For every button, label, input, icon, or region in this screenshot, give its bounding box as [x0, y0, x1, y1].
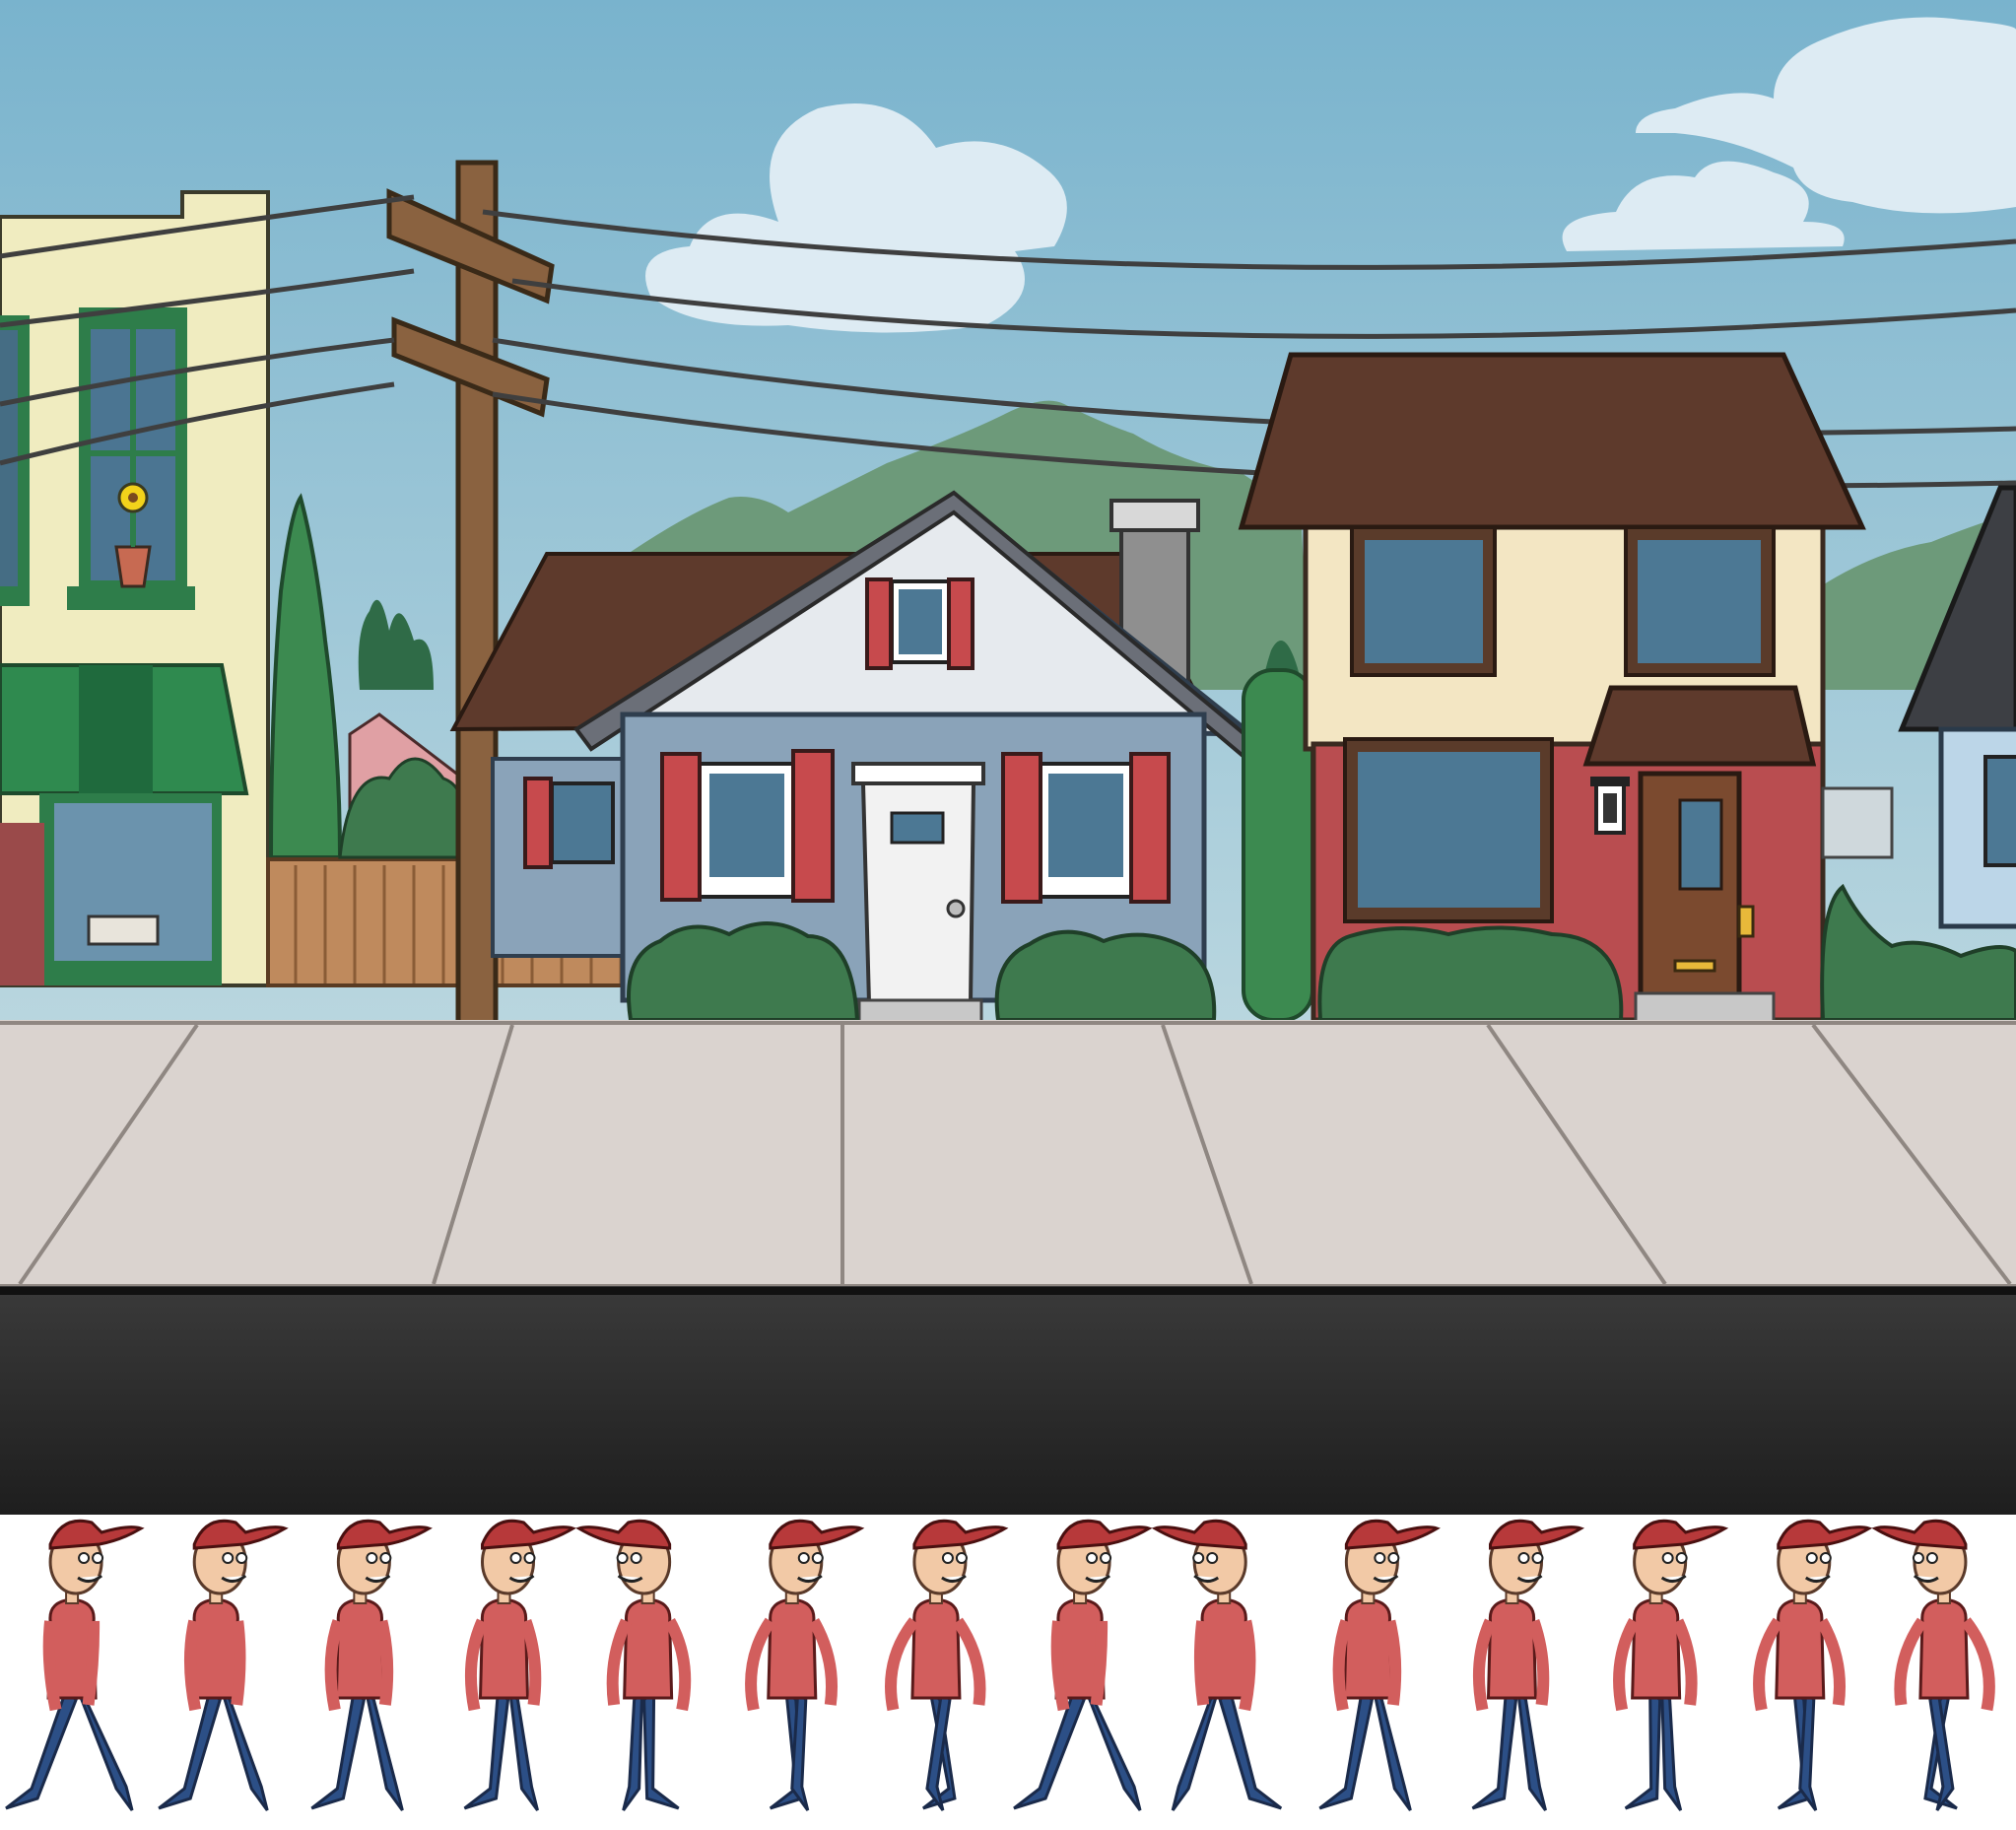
front-door-brown-window: [1678, 798, 1723, 891]
left-shutter-b: [791, 749, 835, 903]
pole-post: [455, 160, 499, 1048]
awning-stripe: [79, 665, 153, 793]
shop-door: [0, 823, 44, 985]
two-story-roof: [1238, 352, 1866, 530]
right-shutter-a: [1001, 752, 1042, 904]
window-sill: [67, 586, 195, 610]
cash-register-icon: [87, 915, 160, 946]
attic-shutter-right: [947, 577, 974, 670]
two-story-house: [1238, 352, 1866, 1025]
door-handle-icon: [1737, 905, 1755, 938]
right-house-window: [1983, 755, 2016, 867]
mail-slot-icon: [1673, 959, 1716, 973]
hedge-left: [627, 921, 860, 1022]
door-step: [857, 998, 983, 1024]
lower-window-glass: [1358, 752, 1540, 908]
sprite-sheet-background: [0, 1515, 2016, 1830]
road: [0, 1286, 2016, 1515]
sidewalk: [0, 1020, 2016, 1286]
door-knob-icon: [946, 899, 966, 918]
left-shutter-a: [660, 752, 702, 902]
chimney-cap: [1109, 499, 1200, 532]
door-step-brown: [1634, 991, 1776, 1025]
left-window-glass: [709, 774, 784, 877]
hedge-tall-left: [1242, 668, 1314, 1022]
background-house-gray: [1821, 786, 1894, 859]
upper-left-window-glass: [1365, 540, 1483, 663]
blue-house: [449, 490, 1259, 1024]
side-wing-shutter: [523, 777, 553, 869]
porch-roof: [1582, 685, 1817, 767]
upper-right-window-glass: [1638, 540, 1761, 663]
front-door-header: [851, 762, 985, 785]
front-door-window: [890, 811, 945, 845]
hedge-right: [994, 929, 1217, 1022]
hedge-two-story: [1317, 925, 1624, 1022]
right-window-glass: [1048, 774, 1123, 877]
side-wing-window: [550, 781, 615, 864]
right-shutter-b: [1129, 752, 1171, 904]
lantern-icon: [1590, 777, 1630, 835]
attic-window-glass: [899, 589, 942, 654]
game-scene: [0, 0, 2016, 1830]
attic-shutter-left: [865, 577, 893, 670]
